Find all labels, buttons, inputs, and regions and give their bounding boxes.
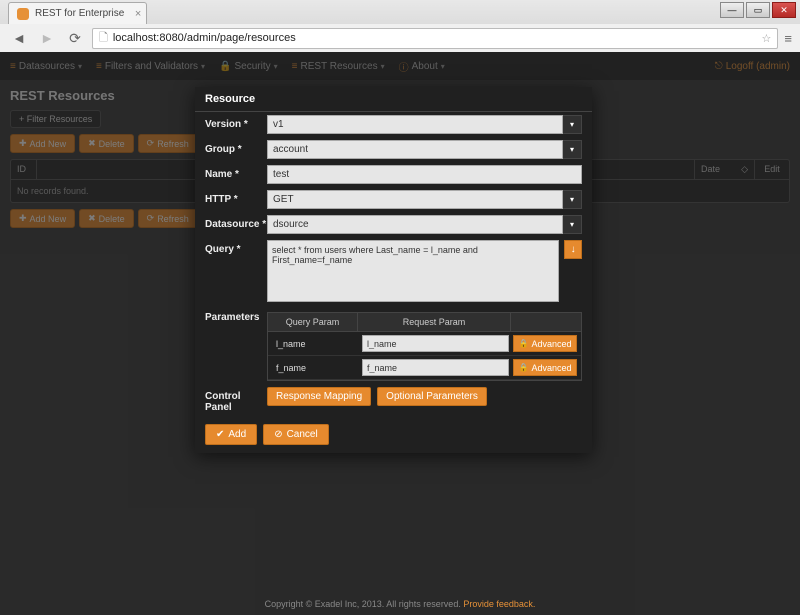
- advanced-button[interactable]: 🔒Advanced: [513, 335, 577, 352]
- optional-parameters-button[interactable]: Optional Parameters: [377, 387, 487, 406]
- param-query-name: l_name: [272, 339, 358, 349]
- run-query-button[interactable]: ↓: [564, 240, 582, 259]
- param-query-name: f_name: [272, 363, 358, 373]
- name-label: Name *: [205, 165, 267, 180]
- parameters-label: Parameters: [205, 308, 267, 323]
- param-row: l_name 🔒Advanced: [268, 332, 581, 356]
- dropdown-icon[interactable]: ▾: [563, 140, 582, 159]
- group-label: Group *: [205, 140, 267, 155]
- col-query-param: Query Param: [268, 313, 358, 331]
- http-select[interactable]: [267, 190, 563, 209]
- dropdown-icon[interactable]: ▾: [563, 115, 582, 134]
- tab-title: REST for Enterprise: [35, 8, 124, 19]
- bookmark-icon[interactable]: ☆: [762, 32, 772, 45]
- version-select[interactable]: [267, 115, 563, 134]
- datasource-label: Datasource *: [205, 215, 267, 230]
- group-select[interactable]: [267, 140, 563, 159]
- query-textarea[interactable]: [267, 240, 559, 302]
- btn-label: Advanced: [531, 339, 571, 349]
- lock-icon: 🔒: [519, 339, 529, 348]
- dropdown-icon[interactable]: ▾: [563, 190, 582, 209]
- name-input[interactable]: [267, 165, 582, 184]
- page-footer: Copyright © Exadel Inc, 2013. All rights…: [0, 593, 800, 615]
- param-row: f_name 🔒Advanced: [268, 356, 581, 380]
- window-close-button[interactable]: ✕: [772, 2, 796, 18]
- col-actions: [511, 313, 581, 331]
- btn-label: Cancel: [287, 429, 318, 440]
- modal-title: Resource: [195, 87, 592, 112]
- btn-label: Advanced: [531, 363, 571, 373]
- lock-icon: 🔒: [519, 363, 529, 372]
- dropdown-icon[interactable]: ▾: [563, 215, 582, 234]
- chrome-menu-icon[interactable]: ≡: [784, 31, 792, 46]
- favicon: [17, 8, 29, 20]
- window-controls: — ▭ ✕: [720, 2, 796, 18]
- check-icon: ✔: [216, 429, 224, 440]
- copyright-text: Copyright © Exadel Inc, 2013. All rights…: [265, 599, 461, 609]
- forward-icon[interactable]: ►: [36, 27, 58, 49]
- page-icon: 🗋: [99, 29, 108, 48]
- tab-close-icon[interactable]: ×: [135, 8, 141, 20]
- ban-icon: ⊘: [274, 429, 282, 440]
- url-text: localhost:8080/admin/page/resources: [113, 32, 296, 44]
- control-panel-label: Control Panel: [205, 387, 267, 413]
- query-label: Query *: [205, 240, 267, 255]
- cancel-button[interactable]: ⊘ Cancel: [263, 424, 329, 445]
- response-mapping-button[interactable]: Response Mapping: [267, 387, 371, 406]
- http-label: HTTP *: [205, 190, 267, 205]
- version-label: Version *: [205, 115, 267, 130]
- reload-icon[interactable]: ⟳: [64, 27, 86, 49]
- advanced-button[interactable]: 🔒Advanced: [513, 359, 577, 376]
- arrow-down-icon: ↓: [571, 244, 576, 255]
- param-request-input[interactable]: [362, 335, 509, 352]
- back-icon[interactable]: ◄: [8, 27, 30, 49]
- window-maximize-button[interactable]: ▭: [746, 2, 770, 18]
- datasource-select[interactable]: [267, 215, 563, 234]
- resource-modal: Resource Version * ▾ Group * ▾ Name * HT…: [195, 87, 592, 453]
- parameters-table: Query Param Request Param l_name 🔒Advanc…: [267, 312, 582, 381]
- btn-label: Add: [228, 429, 246, 440]
- col-request-param: Request Param: [358, 313, 511, 331]
- window-minimize-button[interactable]: —: [720, 2, 744, 18]
- feedback-link[interactable]: Provide feedback.: [463, 599, 535, 609]
- browser-tab[interactable]: REST for Enterprise ×: [8, 2, 147, 24]
- add-button[interactable]: ✔ Add: [205, 424, 257, 445]
- address-bar[interactable]: 🗋 localhost:8080/admin/page/resources ☆: [92, 28, 778, 49]
- param-request-input[interactable]: [362, 359, 509, 376]
